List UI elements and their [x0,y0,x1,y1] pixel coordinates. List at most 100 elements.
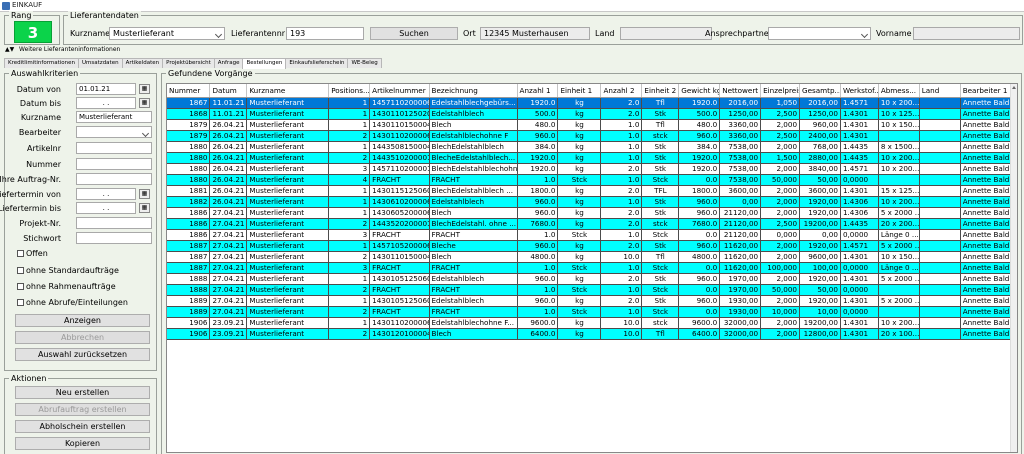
kopieren-button[interactable]: Kopieren [15,437,150,450]
column-header[interactable]: Einheit 2 [641,84,680,98]
table-row[interactable]: 1882 26.04.21 Musterlieferant 1 143061020000… [167,196,1013,208]
ohne-standardauftraege-checkbox[interactable]: ohne Standardaufträge [17,266,119,275]
neu-erstellen-button[interactable]: Neu erstellen [15,386,150,399]
table-row[interactable]: 1879 26.04.21 Musterlieferant 2 143011020000… [167,130,1013,142]
offen-checkbox[interactable]: Offen [17,249,48,258]
kurzname-filter-input[interactable]: Musterlieferant [76,111,152,123]
column-header[interactable]: Abmess... [878,84,920,98]
table-cell: 2,000 [760,141,801,153]
ohne-abrufe-checkbox[interactable]: ohne Abrufe/Einteilungen [17,298,128,307]
column-header[interactable]: Kurzname [246,84,330,98]
table-cell: TFL [641,185,680,197]
table-cell [919,185,961,197]
table-row[interactable]: 1880 26.04.21 Musterlieferant 1 144350815000… [167,141,1013,153]
table-cell: 384.0 [517,141,559,153]
table-row[interactable]: 1887 27.04.21 Musterlieferant 1 145710520000… [167,240,1013,252]
projekt-nr-input[interactable] [76,217,152,229]
table-cell: 5 x 2000 ... [878,207,920,219]
table-cell: 960.0 [678,240,721,252]
calendar-icon[interactable]: ▦ [139,98,150,108]
table-row[interactable]: 1888 27.04.21 Musterlieferant 1 143010512506… [167,273,1013,285]
ohne-rahmenauftraege-checkbox[interactable]: ohne Rahmenaufträge [17,282,116,291]
column-header[interactable]: Artikelnummer [369,84,430,98]
table-row[interactable]: 1886 27.04.21 Musterlieferant 2 144352020000… [167,218,1013,230]
artikelnr-input[interactable] [76,142,152,154]
column-header[interactable]: Einheit 1 [557,84,602,98]
column-header[interactable]: Datum [209,84,248,98]
abholschein-erstellen-button[interactable]: Abholschein erstellen [15,420,150,433]
auswahl-zuruecksetzen-button[interactable]: Auswahl zurücksetzen [15,348,150,361]
table-cell: Annette Bald [960,229,1013,241]
table-row[interactable]: 1867 11.01.21 Musterlieferant 1 145711020000… [167,97,1013,109]
table-row[interactable]: 1886 27.04.21 Musterlieferant 1 143060520000… [167,207,1013,219]
tab-artikeldaten[interactable]: Artikeldaten [121,58,164,68]
column-header[interactable]: Werkstof... [840,84,879,98]
column-header[interactable]: Nettowert [719,84,762,98]
table-row[interactable]: 1889 27.04.21 Musterlieferant 2 FRACHT FRACHT… [167,306,1013,318]
calendar-icon[interactable]: ▦ [139,84,150,94]
table-cell: Stck [557,229,602,241]
abrufauftrag-erstellen-button[interactable]: Abrufauftrag erstellen [15,403,150,416]
table-row[interactable]: 1887 27.04.21 Musterlieferant 2 143011015000… [167,251,1013,263]
table-cell: 2,500 [760,108,801,120]
tab-projektuebersicht[interactable]: Projektübersicht [162,58,215,68]
column-header[interactable]: Bearbeiter 1 [960,84,1013,98]
tab-einkaufslieferschein[interactable]: Einkaufslieferschein [285,58,349,68]
column-header[interactable]: Bezeichnung [429,84,518,98]
table-cell: Annette Bald [960,262,1013,274]
ansprechpartner-select[interactable] [768,27,871,40]
table-row[interactable]: 1889 27.04.21 Musterlieferant 1 143010512506… [167,295,1013,307]
table-row[interactable]: 1886 27.04.21 Musterlieferant 3 FRACHT FRACHT… [167,229,1013,241]
kurzname-select[interactable]: Musterlieferant [109,27,225,40]
tab-we-beleg[interactable]: WE-Beleg [347,58,382,68]
datum-von-input[interactable]: 01.01.21 [76,83,136,95]
column-header[interactable]: Gesamtp... [799,84,841,98]
calendar-icon[interactable]: ▦ [139,189,150,199]
table-row[interactable]: 1880 26.04.21 Musterlieferant 2 144351020000… [167,152,1013,164]
table-cell: Edelstahlblech [429,196,518,208]
tab-anfrage[interactable]: Anfrage [213,58,244,68]
tab-bestellungen[interactable]: Bestellungen [242,58,287,69]
results-grid[interactable]: Nummer Datum Kurzname Positions... Artikelnu… [166,83,1018,453]
weitere-toggle[interactable]: ▲▼ Weitere Lieferanteninformationen [5,46,120,53]
tab-kreditlimit[interactable]: Kreditlimitinformationen [4,58,80,68]
calendar-icon[interactable]: ▦ [139,203,150,213]
vertical-scrollbar[interactable] [1010,84,1017,452]
anzeigen-button[interactable]: Anzeigen [15,314,150,327]
column-header[interactable]: Einzelpreis [760,84,801,98]
column-header[interactable]: Gewicht kg [678,84,721,98]
lieferantennr-input[interactable]: 193 [286,27,364,40]
table-row[interactable]: 1879 26.04.21 Musterlieferant 1 143011015000… [167,119,1013,131]
tab-umsatzdaten[interactable]: Umsatzdaten [78,58,123,68]
table-cell: 1.0 [600,119,643,131]
suchen-button[interactable]: Suchen [370,27,458,40]
abbrechen-button[interactable]: Abbrechen [15,331,150,344]
table-cell: 0,0000 [840,262,879,274]
liefertermin-bis-input[interactable]: . . [76,202,136,214]
table-row[interactable]: 1887 27.04.21 Musterlieferant 3 FRACHT FRACHT… [167,262,1013,274]
column-header[interactable]: Anzahl 2 [600,84,643,98]
column-header[interactable]: Positions... [328,84,371,98]
liefertermin-von-input[interactable]: . . [76,188,136,200]
auftrag-nr-input[interactable] [76,173,152,185]
table-cell: 1430110200006... [369,317,430,329]
bearbeiter-select[interactable] [76,126,152,138]
table-cell: 26.04.21 [209,141,248,153]
table-cell: 1868 [167,108,211,120]
column-header[interactable]: Nummer [167,84,211,98]
column-header[interactable]: Anzahl 1 [517,84,559,98]
table-row[interactable]: 1906 23.09.21 Musterlieferant 1 143011020000… [167,317,1013,329]
datum-bis-input[interactable]: . . [76,97,136,109]
table-row[interactable]: 1906 23.09.21 Musterlieferant 2 143012010000… [167,328,1013,340]
table-row[interactable]: 1888 27.04.21 Musterlieferant 2 FRACHT FRACHT… [167,284,1013,296]
table-row[interactable]: 1880 26.04.21 Musterlieferant 4 FRACHT FRACHT… [167,174,1013,186]
nummer-input[interactable] [76,158,152,170]
stichwort-input[interactable] [76,232,152,244]
table-cell: FRACHT [429,174,518,186]
table-row[interactable]: 1881 26.04.21 Musterlieferant 1 143011512506… [167,185,1013,197]
column-header[interactable]: Land [919,84,961,98]
scroll-up-icon[interactable] [1012,86,1016,89]
table-row[interactable]: 1880 26.04.21 Musterlieferant 3 145711020000… [167,163,1013,175]
table-row[interactable]: 1868 11.01.21 Musterlieferant 1 143011012502… [167,108,1013,120]
table-cell [919,163,961,175]
